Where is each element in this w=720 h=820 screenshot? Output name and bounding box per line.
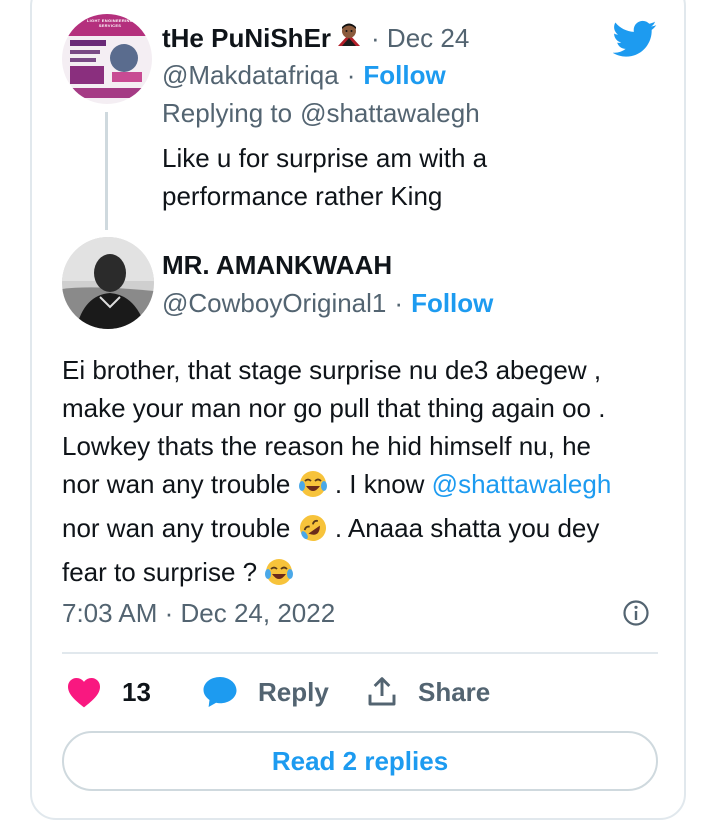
- share-button[interactable]: Share: [366, 672, 490, 712]
- reply-button[interactable]: Reply: [202, 672, 329, 712]
- read-replies-button[interactable]: Read 2 replies: [62, 731, 658, 791]
- vampire-emoji: [335, 22, 363, 55]
- reply-tweet-header: tHe PuNiShEr · Dec 24: [162, 22, 469, 54]
- mention-link[interactable]: @shattawalegh: [432, 469, 612, 499]
- main-tweet-handle-row: @CowboyOriginal1 · Follow: [162, 286, 493, 320]
- main-tweet-line: make your man nor go pull that thing aga…: [62, 393, 606, 423]
- speech-bubble-icon: [202, 675, 238, 709]
- main-tweet-header: MR. AMANKWAAH: [162, 248, 392, 282]
- reply-tweet-handle-row: @Makdatafriqa · Follow: [162, 58, 446, 92]
- separator-dot: ·: [346, 59, 356, 90]
- main-tweet-fragment: . I know: [334, 469, 425, 499]
- tears-of-joy-emoji: [298, 469, 328, 509]
- separator-dot: ·: [394, 287, 404, 318]
- main-tweet-line: Ei brother, that stage surprise nu de3 a…: [62, 355, 602, 385]
- reply-tweet-line: Like u for surprise am with a: [162, 143, 488, 173]
- thread-line: [105, 112, 108, 230]
- like-count: 13: [122, 676, 151, 707]
- main-tweet-fragment: nor wan any trouble: [62, 469, 291, 499]
- reply-label: Reply: [258, 676, 329, 707]
- share-label: Share: [418, 676, 491, 707]
- main-tweet-text: Ei brother, that stage surprise nu de3 a…: [62, 351, 611, 597]
- heart-icon: [66, 676, 102, 708]
- replying-to-mention[interactable]: @shattawalegh: [300, 98, 480, 129]
- main-tweet-fragment: fear to surprise ?: [62, 557, 258, 587]
- tweet-date[interactable]: · Dec 24: [371, 23, 469, 54]
- reply-tweet-line: performance rather King: [162, 181, 443, 211]
- tears-of-joy-emoji: [264, 557, 294, 597]
- main-tweet-line: fear to surprise ?: [62, 553, 611, 597]
- main-tweet-line: Lowkey thats the reason he hid himself n…: [62, 431, 591, 461]
- reply-tweet-text: Like u for surprise am with a performanc…: [162, 139, 487, 215]
- avatar-flyer-heading: LIGHT ENGINEERING SERVICES: [86, 18, 134, 28]
- twitter-bird-icon[interactable]: [612, 20, 657, 63]
- handle[interactable]: @Makdatafriqa: [162, 60, 339, 91]
- info-icon[interactable]: [622, 599, 650, 632]
- display-name[interactable]: MR. AMANKWAAH: [162, 250, 392, 281]
- follow-button[interactable]: Follow: [411, 288, 493, 319]
- rolling-on-floor-laughing-emoji: [298, 513, 328, 553]
- divider: [62, 652, 658, 654]
- tweet-timestamp[interactable]: 7:03 AM · Dec 24, 2022: [62, 596, 335, 630]
- like-button[interactable]: 13: [66, 672, 151, 712]
- main-tweet-line: nor wan any trouble . I know @shattawale…: [62, 465, 611, 509]
- follow-button[interactable]: Follow: [363, 60, 445, 91]
- replying-to-label: Replying to: [162, 97, 293, 128]
- avatar[interactable]: [62, 237, 154, 329]
- main-tweet-fragment: nor wan any trouble: [62, 513, 291, 543]
- display-name[interactable]: tHe PuNiShEr: [162, 23, 331, 54]
- share-icon: [366, 676, 398, 708]
- main-tweet-line: nor wan any trouble . Anaaa shatta you d…: [62, 509, 611, 553]
- replying-to-row: Replying to @shattawalegh: [162, 96, 480, 130]
- handle[interactable]: @CowboyOriginal1: [162, 288, 386, 319]
- main-tweet-fragment: . Anaaa shatta you dey: [334, 513, 600, 543]
